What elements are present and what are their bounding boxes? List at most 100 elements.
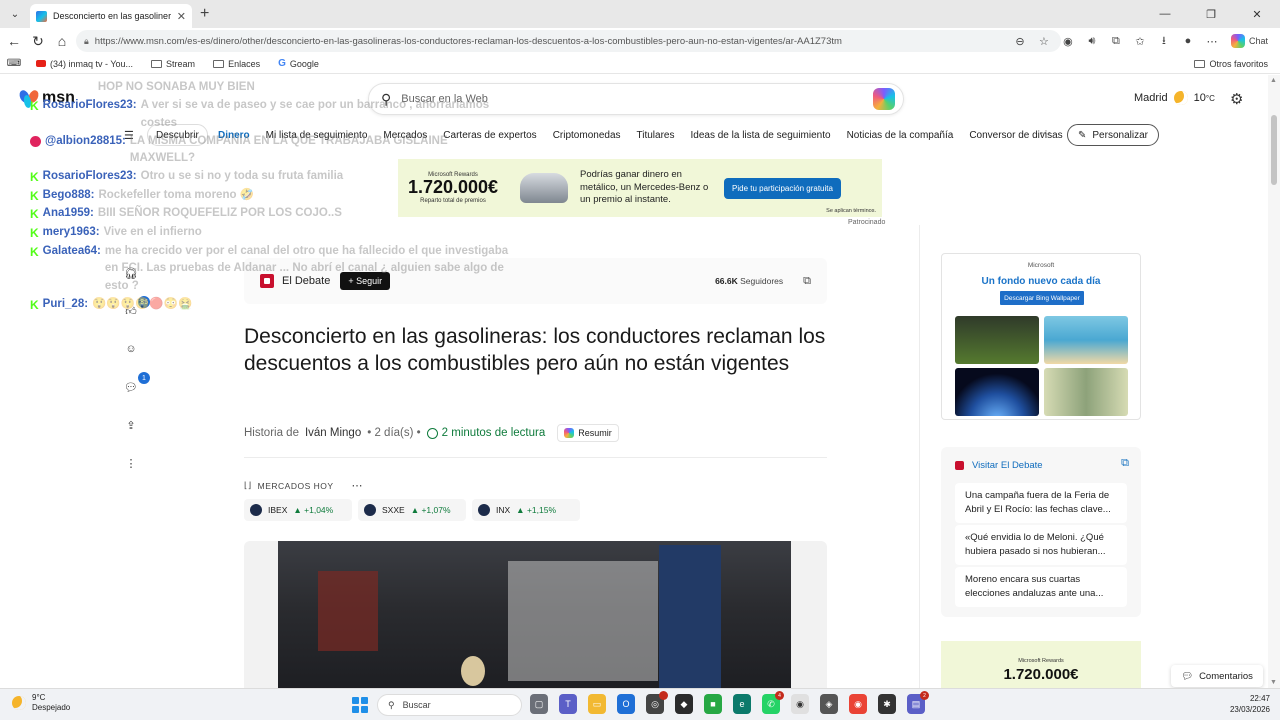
moon-icon (1173, 91, 1188, 105)
nav-item-crypto[interactable]: Criptomonedas (553, 130, 621, 141)
hamburger-menu-icon[interactable]: ☰ (124, 129, 134, 142)
bookmark-enlaces[interactable]: Enlaces (213, 59, 260, 69)
article-hero-image[interactable] (244, 541, 827, 688)
favorite-star-icon[interactable]: ☆ (1035, 32, 1053, 50)
source-bar: El Debate + Seguir 66.6K Seguidores ⧉ (244, 258, 827, 304)
nav-item-expert-portfolios[interactable]: Carteras de expertos (443, 130, 536, 141)
comment-icon[interactable]: 💬︎ 1 (118, 372, 150, 400)
maximize-icon[interactable]: ❐ (1188, 0, 1234, 28)
url-field[interactable]: 🔒︎ https://www.msn.com/es-es/dinero/othe… (76, 30, 1061, 52)
reader-icon[interactable]: ⊖ (1011, 32, 1029, 50)
nav-item-headlines[interactable]: Titulares (637, 130, 675, 141)
favorites-icon[interactable]: ✩ (1131, 32, 1149, 50)
outlook-icon[interactable]: O (617, 694, 635, 714)
bookmark-stream[interactable]: Stream (151, 59, 195, 69)
nav-item-company-news[interactable]: Noticias de la compañía (847, 130, 954, 141)
share-icon[interactable]: ⇪ (118, 412, 144, 438)
profile-avatar-icon[interactable]: ● (1179, 32, 1197, 50)
chrome-icon-2[interactable]: ◉ (849, 694, 867, 714)
task-view-icon[interactable]: ▢ (530, 694, 548, 714)
back-arrow-icon[interactable]: ← (2, 30, 26, 52)
minimize-icon[interactable]: — (1142, 0, 1188, 28)
external-link-icon[interactable]: ⧉ (803, 275, 811, 288)
visit-source-header[interactable]: Visitar El Debate (955, 460, 1043, 471)
close-window-icon[interactable]: ✕ (1234, 0, 1280, 28)
ad-cta-button[interactable]: Pide tu participación gratuita (724, 177, 841, 199)
related-story-1[interactable]: Una campaña fuera de la Feria de Abril y… (955, 483, 1127, 523)
divider (244, 457, 827, 458)
page-scrollbar[interactable]: ▲ ▼ (1268, 75, 1280, 688)
scroll-up-icon[interactable]: ▲ (1270, 77, 1277, 84)
settings-gear-icon[interactable]: ⚙ (1230, 90, 1243, 108)
nav-item-markets[interactable]: Mercados (383, 130, 427, 141)
app-icon-6[interactable]: ▤ 2 (907, 691, 929, 714)
download-icon[interactable]: ⭳ (1155, 32, 1173, 50)
more-vertical-icon[interactable]: ⋮ (118, 450, 144, 476)
summarize-button[interactable]: Resumir (557, 424, 619, 442)
rewards-ad-bottom[interactable]: Microsoft Rewards 1.720.000€ (941, 641, 1141, 688)
edge-icon[interactable]: e (733, 694, 751, 714)
taskbar-weather[interactable]: 9°C Despejado (12, 693, 70, 714)
browser-tab[interactable]: Desconcierto en las gasolineras: lo ✕ (30, 4, 192, 28)
file-explorer-icon[interactable]: ▭ (588, 694, 606, 714)
bookmark-google[interactable]: G Google (278, 58, 319, 69)
home-icon[interactable]: ⌂ (50, 30, 74, 52)
scroll-down-icon[interactable]: ▼ (1270, 679, 1277, 686)
nav-item-dinero[interactable]: Dinero (218, 130, 250, 141)
related-story-2[interactable]: «Qué envidia lo de Meloni. ¿Qué hubiera … (955, 525, 1127, 565)
ad-terms: Se aplican términos. (826, 208, 876, 214)
extensions-puzzle-icon[interactable]: ⧉ (1107, 32, 1125, 50)
extension-icon[interactable]: ◉ (1059, 32, 1077, 50)
markets-more-icon[interactable]: ⋯ (352, 479, 364, 492)
web-search-box[interactable]: ⚲ Buscar en la Web (368, 83, 904, 115)
rewards-ad-banner[interactable]: Microsoft Rewards 1.720.000€ Reparto tot… (398, 159, 882, 217)
tab-actions-chevron-icon[interactable]: ⌄ (4, 3, 26, 25)
audio-icon[interactable]: 🔊︎ (1083, 32, 1101, 50)
app-icon-4[interactable]: ◈ (820, 694, 838, 714)
follow-button[interactable]: + Seguir (340, 272, 391, 290)
whatsapp-icon[interactable]: ✆ 4 (762, 691, 784, 714)
app-icon-2[interactable]: ◆ (675, 694, 693, 714)
new-tab-plus-icon[interactable]: + (200, 5, 209, 23)
nav-more-icon[interactable]: ··· (1040, 127, 1051, 139)
windows-start-icon[interactable] (352, 697, 368, 713)
personalize-button[interactable]: ✎ Personalizar (1067, 124, 1159, 146)
chat-username: Puri_28: (42, 298, 89, 311)
app-icon-1[interactable]: ◎ (646, 691, 668, 714)
external-link-icon[interactable]: ⧉ (1121, 457, 1129, 470)
refresh-icon[interactable]: ↻ (26, 30, 50, 52)
related-story-3[interactable]: Moreno encara sus cuartas elecciones and… (955, 567, 1127, 607)
listen-headphones-icon[interactable]: 🎧︎ (118, 260, 144, 286)
nav-item-watchlist[interactable]: Mi lista de seguimiento (266, 130, 368, 141)
more-menu-icon[interactable]: ⋯ (1203, 32, 1221, 50)
teams-icon[interactable]: T (559, 694, 577, 714)
bookmark-youtube[interactable]: (34) inmaq tv - You... (36, 59, 133, 69)
source-name[interactable]: El Debate (282, 275, 330, 287)
author-name[interactable]: Iván Mingo (305, 427, 361, 439)
emoji-reaction-icon[interactable]: ☺ (118, 336, 144, 362)
comments-button[interactable]: 💬︎ Comentarios (1171, 665, 1263, 687)
app-icon-5[interactable]: ✱ (878, 694, 896, 714)
chrome-icon-1[interactable]: ◉ (791, 694, 809, 714)
comment-count-badge: 1 (138, 372, 150, 384)
nav-item-watchlist-ideas[interactable]: Ideas de la lista de seguimiento (690, 130, 830, 141)
scroll-thumb[interactable] (1271, 115, 1277, 185)
like-thumb-icon[interactable]: 👍︎ 86 (118, 296, 150, 324)
msn-logo[interactable]: msn (17, 88, 75, 109)
ticker-sxxe[interactable]: SXXE ▲ +1,07% (358, 499, 466, 521)
nav-discover[interactable]: Descubrir (147, 124, 208, 146)
tab-search-icon[interactable]: ⌨ (2, 53, 26, 75)
tab-close-icon[interactable]: ✕ (177, 10, 186, 23)
taskbar-search[interactable]: ⚲ Buscar (377, 694, 522, 716)
copilot-icon[interactable] (873, 88, 895, 110)
ticker-ibex[interactable]: IBEX ▲ +1,04% (244, 499, 352, 521)
msn-page: msn ⚲ Buscar en la Web Madrid 10°C ⚙ ☰ D… (0, 75, 1268, 688)
other-favorites[interactable]: Otros favoritos (1194, 59, 1268, 69)
copilot-chat-button[interactable]: Chat (1227, 32, 1272, 50)
app-icon-3[interactable]: ■ (704, 694, 722, 714)
ticker-inx[interactable]: INX ▲ +1,15% (472, 499, 580, 521)
weather-widget[interactable]: Madrid 10°C (1134, 91, 1215, 105)
taskbar-clock[interactable]: 22:47 23/03/2026 (1230, 693, 1270, 715)
download-wallpaper-button[interactable]: Descargar Bing Wallpaper (1000, 291, 1084, 305)
bing-wallpaper-ad[interactable]: Microsoft Un fondo nuevo cada día Descar… (941, 253, 1141, 420)
